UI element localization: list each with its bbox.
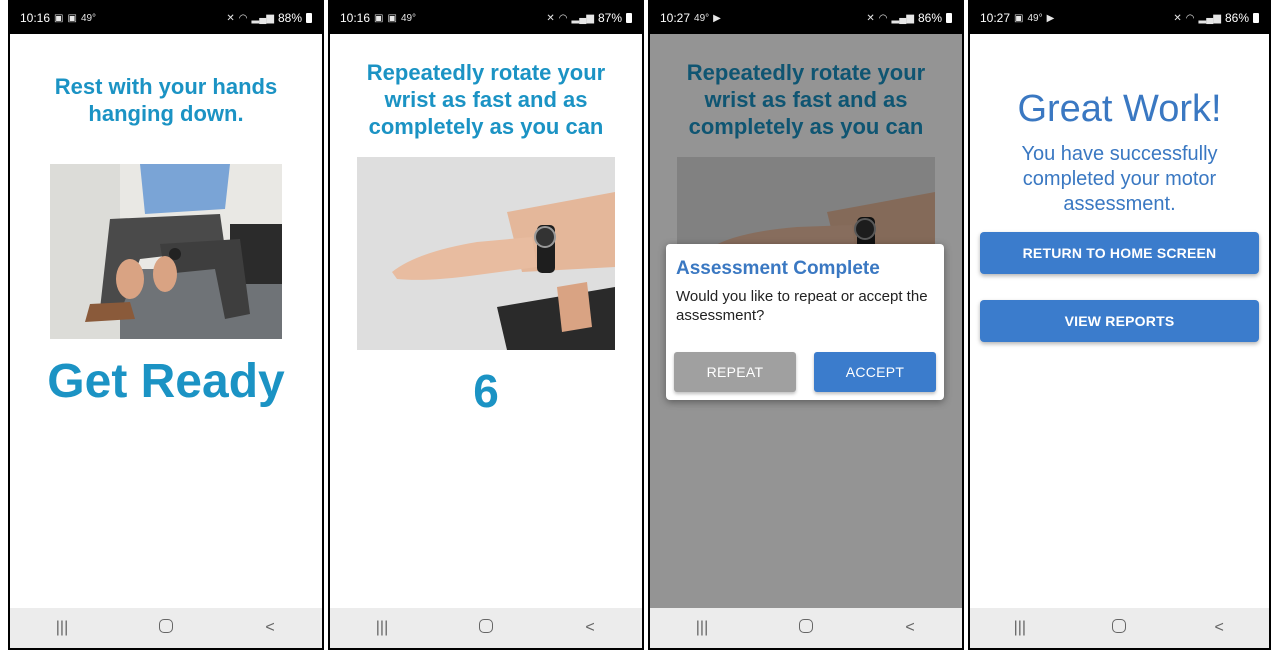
- recents-button[interactable]: |||: [42, 619, 82, 637]
- home-button[interactable]: [466, 618, 506, 638]
- instruction-text: Repeatedly rotate your wrist as fast and…: [366, 60, 606, 139]
- battery-icon: [306, 13, 312, 23]
- status-bar: 10:16 ▣ ▣ 49° ✕ ◠ ▂▄▆ 88%: [10, 2, 322, 34]
- wrist-rotation-image: [357, 157, 615, 350]
- home-button[interactable]: [786, 618, 826, 638]
- mute-icon: ✕: [546, 12, 555, 24]
- accept-button[interactable]: ACCEPT: [814, 352, 936, 392]
- home-circle-icon: [799, 618, 813, 633]
- battery-icon: [626, 13, 632, 23]
- battery-icon: [1253, 13, 1259, 23]
- wifi-icon: ◠: [1185, 12, 1195, 24]
- play-icon: ▶: [1046, 12, 1055, 24]
- instruction-text: Rest with your hands hanging down.: [54, 74, 278, 126]
- mute-icon: ✕: [226, 12, 235, 24]
- phone-screen-get-ready: 10:16 ▣ ▣ 49° ✕ ◠ ▂▄▆ 88% Rest with your…: [8, 0, 324, 650]
- mute-icon: ✕: [866, 12, 875, 24]
- instruction-photo: [357, 157, 615, 350]
- great-work-heading: Great Work!: [1017, 88, 1222, 130]
- back-button[interactable]: <: [570, 619, 610, 637]
- status-time: 10:27: [980, 11, 1011, 25]
- android-nav-bar: ||| <: [650, 608, 962, 648]
- home-circle-icon: [159, 618, 173, 633]
- status-time: 10:16: [20, 11, 51, 25]
- screen-content: Repeatedly rotate your wrist as fast and…: [330, 34, 642, 608]
- recents-button[interactable]: |||: [362, 619, 402, 637]
- status-bar: 10:16 ▣ ▣ 49° ✕ ◠ ▂▄▆ 87%: [330, 2, 642, 34]
- repeat-button[interactable]: REPEAT: [674, 352, 796, 392]
- android-nav-bar: ||| <: [10, 608, 322, 648]
- status-battery: 86%: [917, 11, 942, 25]
- battery-icon: [946, 13, 952, 23]
- wifi-icon: ◠: [878, 12, 888, 24]
- view-reports-button[interactable]: VIEW REPORTS: [980, 300, 1259, 342]
- back-button[interactable]: <: [1199, 619, 1239, 637]
- signal-icon: ▂▄▆: [1198, 12, 1221, 24]
- home-circle-icon: [479, 618, 493, 633]
- phone-screen-assessment-dialog: 10:27 49° ▶ ✕ ◠ ▂▄▆ 86% Repeatedly rotat…: [648, 0, 964, 650]
- home-button[interactable]: [1099, 618, 1139, 638]
- gallery-icon: ▣: [1014, 12, 1024, 24]
- instruction-photo: [50, 164, 282, 339]
- phone-screen-countdown: 10:16 ▣ ▣ 49° ✕ ◠ ▂▄▆ 87% Repeatedly rot…: [328, 0, 644, 650]
- phone-screen-great-work: 10:27 ▣ 49° ▶ ✕ ◠ ▂▄▆ 86% Great Work! Yo…: [968, 0, 1271, 650]
- play-icon: ▶: [713, 12, 721, 24]
- recents-button[interactable]: |||: [682, 619, 722, 637]
- mail-icon: ▣: [387, 12, 397, 24]
- get-ready-text: Get Ready: [47, 355, 285, 408]
- gallery-icon: ▣: [374, 12, 384, 24]
- completion-message: You have successfully completed your mot…: [1021, 143, 1218, 215]
- screen-content: Rest with your hands hanging down. Get R…: [10, 34, 322, 608]
- status-battery: 87%: [597, 11, 622, 25]
- status-temp: 49°: [1027, 12, 1043, 24]
- wifi-icon: ◠: [558, 12, 568, 24]
- status-battery: 88%: [277, 11, 302, 25]
- home-circle-icon: [1112, 618, 1127, 633]
- status-time: 10:16: [340, 11, 371, 25]
- signal-icon: ▂▄▆: [251, 12, 274, 24]
- status-bar: 10:27 49° ▶ ✕ ◠ ▂▄▆ 86%: [650, 2, 962, 34]
- countdown-number: 6: [473, 365, 499, 417]
- signal-icon: ▂▄▆: [891, 12, 914, 24]
- status-temp: 49°: [80, 12, 97, 24]
- status-temp: 49°: [694, 12, 710, 24]
- signal-icon: ▂▄▆: [571, 12, 594, 24]
- status-bar: 10:27 ▣ 49° ▶ ✕ ◠ ▂▄▆ 86%: [970, 2, 1269, 34]
- return-home-button[interactable]: RETURN TO HOME SCREEN: [980, 232, 1259, 274]
- recents-button[interactable]: |||: [1000, 619, 1040, 637]
- mail-icon: ▣: [67, 12, 77, 24]
- android-nav-bar: ||| <: [970, 608, 1269, 648]
- status-temp: 49°: [400, 12, 417, 24]
- status-time: 10:27: [660, 11, 691, 25]
- wifi-icon: ◠: [238, 12, 248, 24]
- assessment-complete-dialog: Assessment Complete Would you like to re…: [666, 244, 944, 400]
- gallery-icon: ▣: [54, 12, 64, 24]
- home-button[interactable]: [146, 618, 186, 638]
- screen-content: Great Work! You have successfully comple…: [970, 34, 1269, 608]
- android-nav-bar: ||| <: [330, 608, 642, 648]
- dialog-message: Would you like to repeat or accept the a…: [676, 288, 928, 324]
- status-battery: 86%: [1224, 11, 1249, 25]
- mute-icon: ✕: [1173, 12, 1182, 24]
- screen-content: Repeatedly rotate your wrist as fast and…: [650, 34, 962, 608]
- person-sitting-image: [50, 164, 282, 339]
- back-button[interactable]: <: [890, 619, 930, 637]
- dialog-title: Assessment Complete: [676, 258, 880, 279]
- back-button[interactable]: <: [250, 619, 290, 637]
